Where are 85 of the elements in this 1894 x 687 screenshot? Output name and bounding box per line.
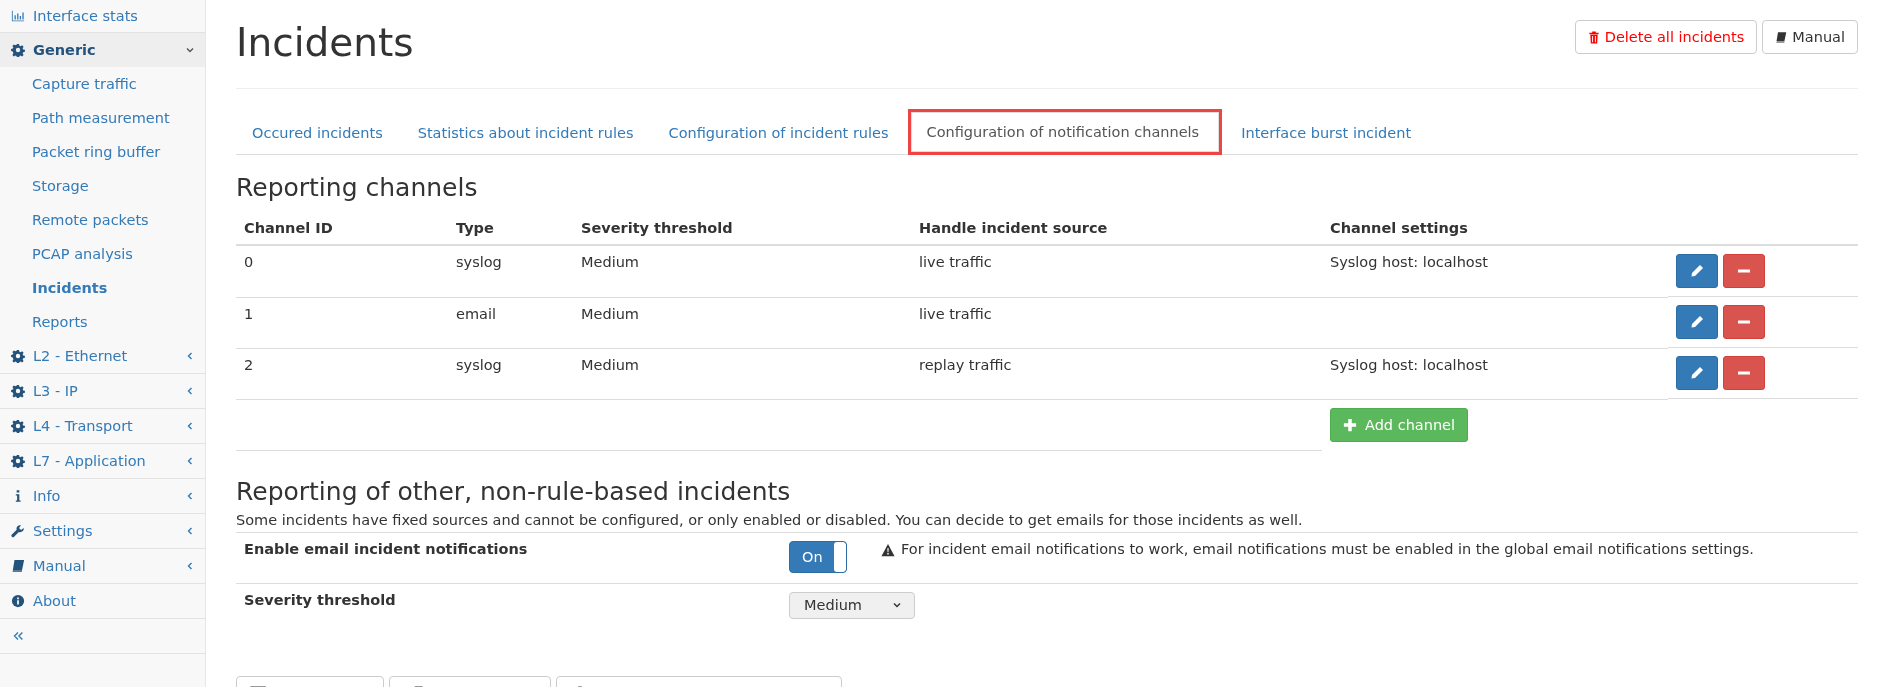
- column-header: Channel ID: [236, 212, 448, 245]
- double-chevron-left-icon: [11, 629, 25, 643]
- page-title: Incidents: [236, 20, 414, 66]
- info-circle-icon: [11, 594, 25, 608]
- sidebar-subitem[interactable]: Path measurement: [0, 101, 205, 135]
- chevron-left-icon: [185, 491, 195, 501]
- sidebar-subitem[interactable]: PCAP analysis: [0, 237, 205, 271]
- setting-label: Severity threshold: [244, 591, 397, 608]
- header-button[interactable]: Delete all incidents: [1574, 20, 1758, 54]
- sidebar-group[interactable]: Manual: [0, 549, 205, 584]
- sidebar-group[interactable]: Info: [0, 479, 205, 514]
- sidebar-group[interactable]: L2 - Ethernet: [0, 339, 205, 374]
- table-cell: syslog: [456, 356, 502, 373]
- pencil-icon: [1689, 365, 1705, 381]
- chevron-down-icon: [185, 45, 195, 55]
- table-cell: Medium: [581, 305, 639, 322]
- table-cell: replay traffic: [919, 356, 1012, 373]
- column-header: Channel settings: [1322, 212, 1668, 245]
- table-cell: Syslog host: localhost: [1330, 356, 1488, 373]
- section-heading: Reporting of other, non-rule-based incidents: [236, 476, 792, 506]
- chevron-down-icon: [892, 600, 902, 610]
- severity-select[interactable]: Medium: [789, 591, 915, 619]
- warning-icon: [881, 542, 895, 557]
- chevron-left-icon: [185, 456, 195, 466]
- sidebar-subitem[interactable]: Remote packets: [0, 203, 205, 237]
- column-header: Severity threshold: [573, 212, 911, 245]
- table-cell: live traffic: [919, 254, 992, 270]
- table-cell: Medium: [581, 356, 639, 373]
- table-cell: 0: [244, 254, 254, 270]
- sidebar-group[interactable]: L4 - Transport: [0, 409, 205, 444]
- tab[interactable]: Statistics about incident rules: [401, 112, 650, 154]
- gear-icon: [11, 43, 25, 57]
- column-header: Type: [448, 212, 573, 245]
- tab[interactable]: Interface burst incident: [1225, 112, 1428, 154]
- edit-button[interactable]: [1676, 254, 1718, 288]
- table-cell: 2: [244, 356, 254, 373]
- table-cell: live traffic: [919, 305, 992, 322]
- sidebar-group[interactable]: L7 - Application: [0, 444, 205, 479]
- setting-label: Enable email incident notifications: [244, 540, 529, 557]
- gear-icon: [11, 384, 25, 398]
- sidebar-group[interactable]: Generic: [0, 33, 205, 67]
- sidebar-subitem[interactable]: Incidents: [0, 271, 205, 305]
- tab[interactable]: Configuration of notification channels: [907, 109, 1223, 155]
- toggle-switch[interactable]: On: [789, 540, 847, 573]
- sidebar-group[interactable]: L3 - IP: [0, 374, 205, 409]
- pencil-icon: [1689, 314, 1705, 330]
- remove-button[interactable]: [1723, 254, 1765, 288]
- edit-button[interactable]: [1676, 356, 1718, 390]
- table-cell: 1: [244, 305, 254, 322]
- table-cell: Medium: [581, 254, 639, 270]
- sidebar-subitem[interactable]: Reports: [0, 305, 205, 339]
- gear-icon: [11, 349, 25, 363]
- remove-button[interactable]: [1723, 305, 1765, 339]
- gear-icon: [11, 454, 25, 468]
- table-cell: Syslog host: localhost: [1330, 254, 1488, 270]
- chevron-left-icon: [185, 561, 195, 571]
- sidebar-subitem[interactable]: Packet ring buffer: [0, 135, 205, 169]
- table-cell: email: [456, 305, 496, 322]
- chevron-left-icon: [185, 526, 195, 536]
- sidebar-subitem[interactable]: Storage: [0, 169, 205, 203]
- remove-button[interactable]: [1723, 356, 1765, 390]
- chevron-left-icon: [185, 421, 195, 431]
- trash-icon: [1587, 30, 1600, 44]
- column-header: Handle incident source: [911, 212, 1322, 245]
- book-icon: [11, 559, 25, 573]
- section-heading: Reporting channels: [236, 173, 479, 202]
- header-button[interactable]: Manual: [1762, 20, 1858, 54]
- tab[interactable]: Configuration of incident rules: [652, 112, 905, 154]
- chevron-left-icon: [185, 386, 195, 396]
- add-channel-button[interactable]: Add channel: [1330, 407, 1469, 442]
- book-icon: [1775, 30, 1788, 44]
- section-description: Some incidents have fixed sources and cannot be configured, or only enabled or disabled. You can decide to get emails for those incidents as well.: [236, 511, 1304, 528]
- plus-icon: [1343, 417, 1357, 432]
- wrench-icon: [11, 524, 25, 538]
- table-cell: syslog: [456, 254, 502, 270]
- edit-button[interactable]: [1676, 305, 1718, 339]
- warning-note: For incident email notifications to work, email notifications must be enabled in the global email notifications settings.: [901, 540, 1754, 557]
- tab[interactable]: Occured incidents: [236, 112, 399, 154]
- gear-icon: [11, 419, 25, 433]
- sidebar-group[interactable]: Settings: [0, 514, 205, 549]
- chevron-left-icon: [185, 351, 195, 361]
- sidebar-subitem[interactable]: Capture traffic: [0, 67, 205, 101]
- bar-chart-icon: [11, 9, 25, 23]
- pencil-icon: [1689, 263, 1705, 279]
- sidebar-item[interactable]: About: [0, 584, 205, 619]
